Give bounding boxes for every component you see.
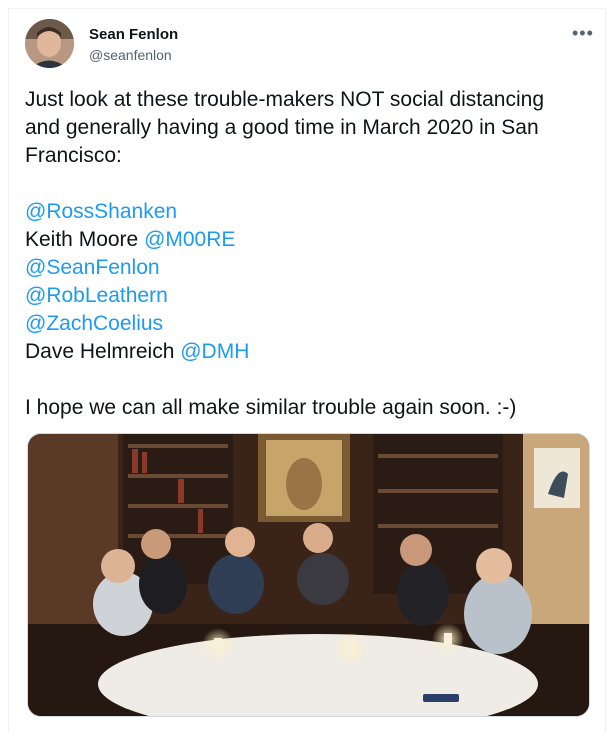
tweet-photo[interactable]	[27, 433, 590, 717]
tweet-text: Just look at these trouble-makers NOT so…	[25, 86, 595, 422]
mention-link[interactable]: @SeanFenlon	[25, 256, 160, 279]
mention-line: Keith Moore @M00RE	[25, 228, 236, 251]
author-avatar[interactable]	[25, 19, 74, 68]
mention-link[interactable]: @ZachCoelius	[25, 312, 163, 335]
mention-line: @SeanFenlon	[25, 254, 595, 282]
mention-link[interactable]: @RossShanken	[25, 200, 177, 223]
mention-line: @RobLeathern	[25, 282, 595, 310]
author-name[interactable]: Sean Fenlon	[89, 26, 178, 43]
tweet-text-line: Francisco:	[25, 144, 122, 167]
dinner-photo-illustration	[28, 434, 589, 716]
mention-line: @RossShanken	[25, 198, 595, 226]
more-options-icon[interactable]: •••	[572, 23, 594, 44]
tweet-closing-text: I hope we can all make similar trouble a…	[25, 396, 517, 419]
mention-link[interactable]: @RobLeathern	[25, 284, 168, 307]
tweet-text-line: Just look at these trouble-makers NOT so…	[25, 88, 545, 111]
mention-link[interactable]: @DMH	[180, 340, 249, 363]
author-handle[interactable]: @seanfenlon	[89, 47, 172, 63]
tweet-text-line: and generally having a good time in Marc…	[25, 116, 539, 139]
mention-line: @ZachCoelius	[25, 310, 595, 338]
mention-line: Dave Helmreich @DMH	[25, 340, 250, 363]
mention-link[interactable]: @M00RE	[144, 228, 235, 251]
